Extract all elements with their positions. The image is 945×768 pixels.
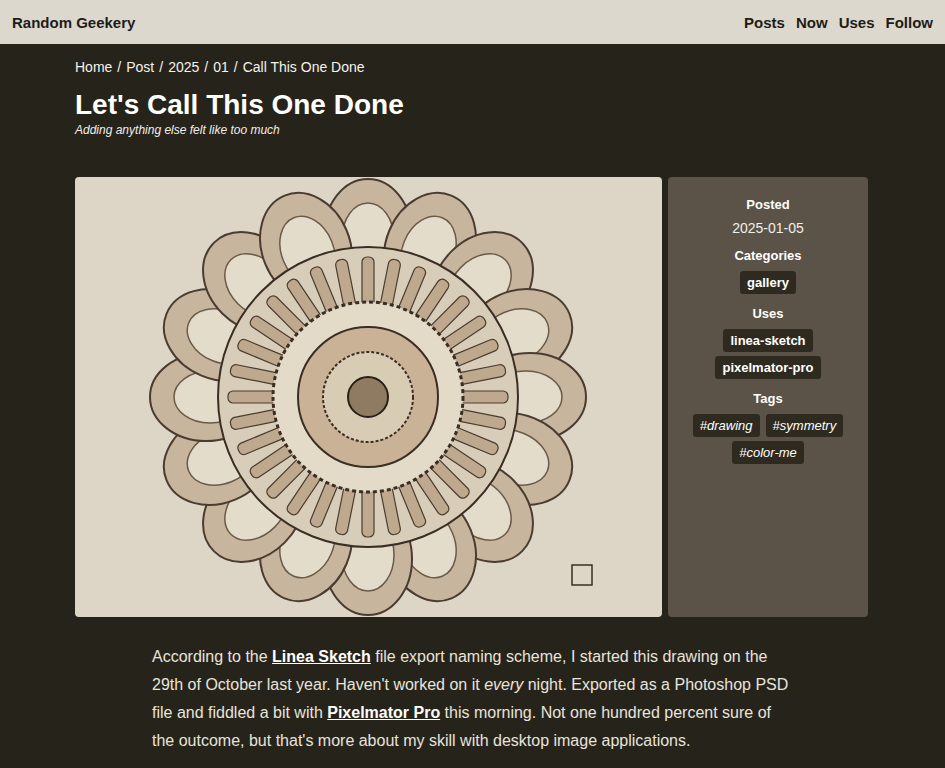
chip-list: gallery bbox=[740, 271, 796, 294]
meta-label: Uses bbox=[752, 306, 783, 321]
page: Random Geekery Posts Now Uses Follow Home / Pos… bbox=[0, 0, 945, 768]
body-link[interactable]: Linea Sketch bbox=[272, 648, 371, 665]
content: Home / Post / 2025 / 01 / Call This One Done Let'… bbox=[75, 44, 868, 755]
meta-chip[interactable]: pixelmator-pro bbox=[715, 356, 820, 379]
mandala-icon bbox=[75, 177, 662, 617]
post-body: According to the Linea Sketch file expor… bbox=[152, 643, 792, 755]
breadcrumb-separator: / bbox=[117, 59, 121, 75]
nav-links: Posts Now Uses Follow bbox=[744, 14, 933, 31]
body-link[interactable]: Pixelmator Pro bbox=[327, 704, 440, 721]
meta-label: Categories bbox=[734, 248, 801, 263]
artwork bbox=[75, 177, 662, 617]
meta-section: Tags #drawing #symmetry #color-me bbox=[683, 391, 853, 464]
nav-link[interactable]: Follow bbox=[886, 14, 934, 31]
body-text: According to the bbox=[152, 648, 272, 665]
site-title[interactable]: Random Geekery bbox=[12, 14, 135, 31]
breadcrumb-item[interactable]: 2025 bbox=[168, 59, 199, 75]
breadcrumb-item[interactable]: Home bbox=[75, 59, 112, 75]
chip-list: #drawing #symmetry #color-me bbox=[683, 414, 853, 464]
breadcrumb-item[interactable]: 01 bbox=[213, 59, 229, 75]
meta-section: Posted 2025-01-05 bbox=[732, 197, 804, 236]
meta-label: Tags bbox=[753, 391, 782, 406]
meta-chip[interactable]: gallery bbox=[740, 271, 796, 294]
meta-value: 2025-01-05 bbox=[732, 220, 804, 236]
meta-section: Uses linea-sketch pixelmator-pro bbox=[683, 306, 853, 379]
breadcrumb-separator: / bbox=[159, 59, 163, 75]
meta-chip[interactable]: linea-sketch bbox=[723, 329, 812, 352]
nav-link[interactable]: Now bbox=[796, 14, 828, 31]
breadcrumb-item[interactable]: Call This One Done bbox=[243, 59, 365, 75]
nav-link[interactable]: Posts bbox=[744, 14, 785, 31]
meta-section: Categories gallery bbox=[734, 248, 801, 294]
breadcrumb-separator: / bbox=[234, 59, 238, 75]
post-meta: Posted 2025-01-05 Categories gallery Uses lin… bbox=[668, 177, 868, 617]
tag-chip[interactable]: #drawing bbox=[693, 414, 760, 437]
nav-link[interactable]: Uses bbox=[839, 14, 875, 31]
top-nav: Random Geekery Posts Now Uses Follow bbox=[0, 0, 945, 44]
hero: Posted 2025-01-05 Categories gallery Uses lin… bbox=[75, 177, 868, 617]
breadcrumb: Home / Post / 2025 / 01 / Call This One Done bbox=[75, 59, 868, 75]
breadcrumb-item[interactable]: Post bbox=[126, 59, 154, 75]
chip-list: linea-sketch pixelmator-pro bbox=[683, 329, 853, 379]
meta-label: Posted bbox=[746, 197, 789, 212]
breadcrumb-separator: / bbox=[204, 59, 208, 75]
tag-chip[interactable]: #symmetry bbox=[766, 414, 844, 437]
post-subtitle: Adding anything else felt like too much bbox=[75, 123, 868, 137]
body-emphasis: every bbox=[484, 676, 523, 693]
tag-chip[interactable]: #color-me bbox=[732, 441, 804, 464]
post-title: Let's Call This One Done bbox=[75, 89, 868, 121]
